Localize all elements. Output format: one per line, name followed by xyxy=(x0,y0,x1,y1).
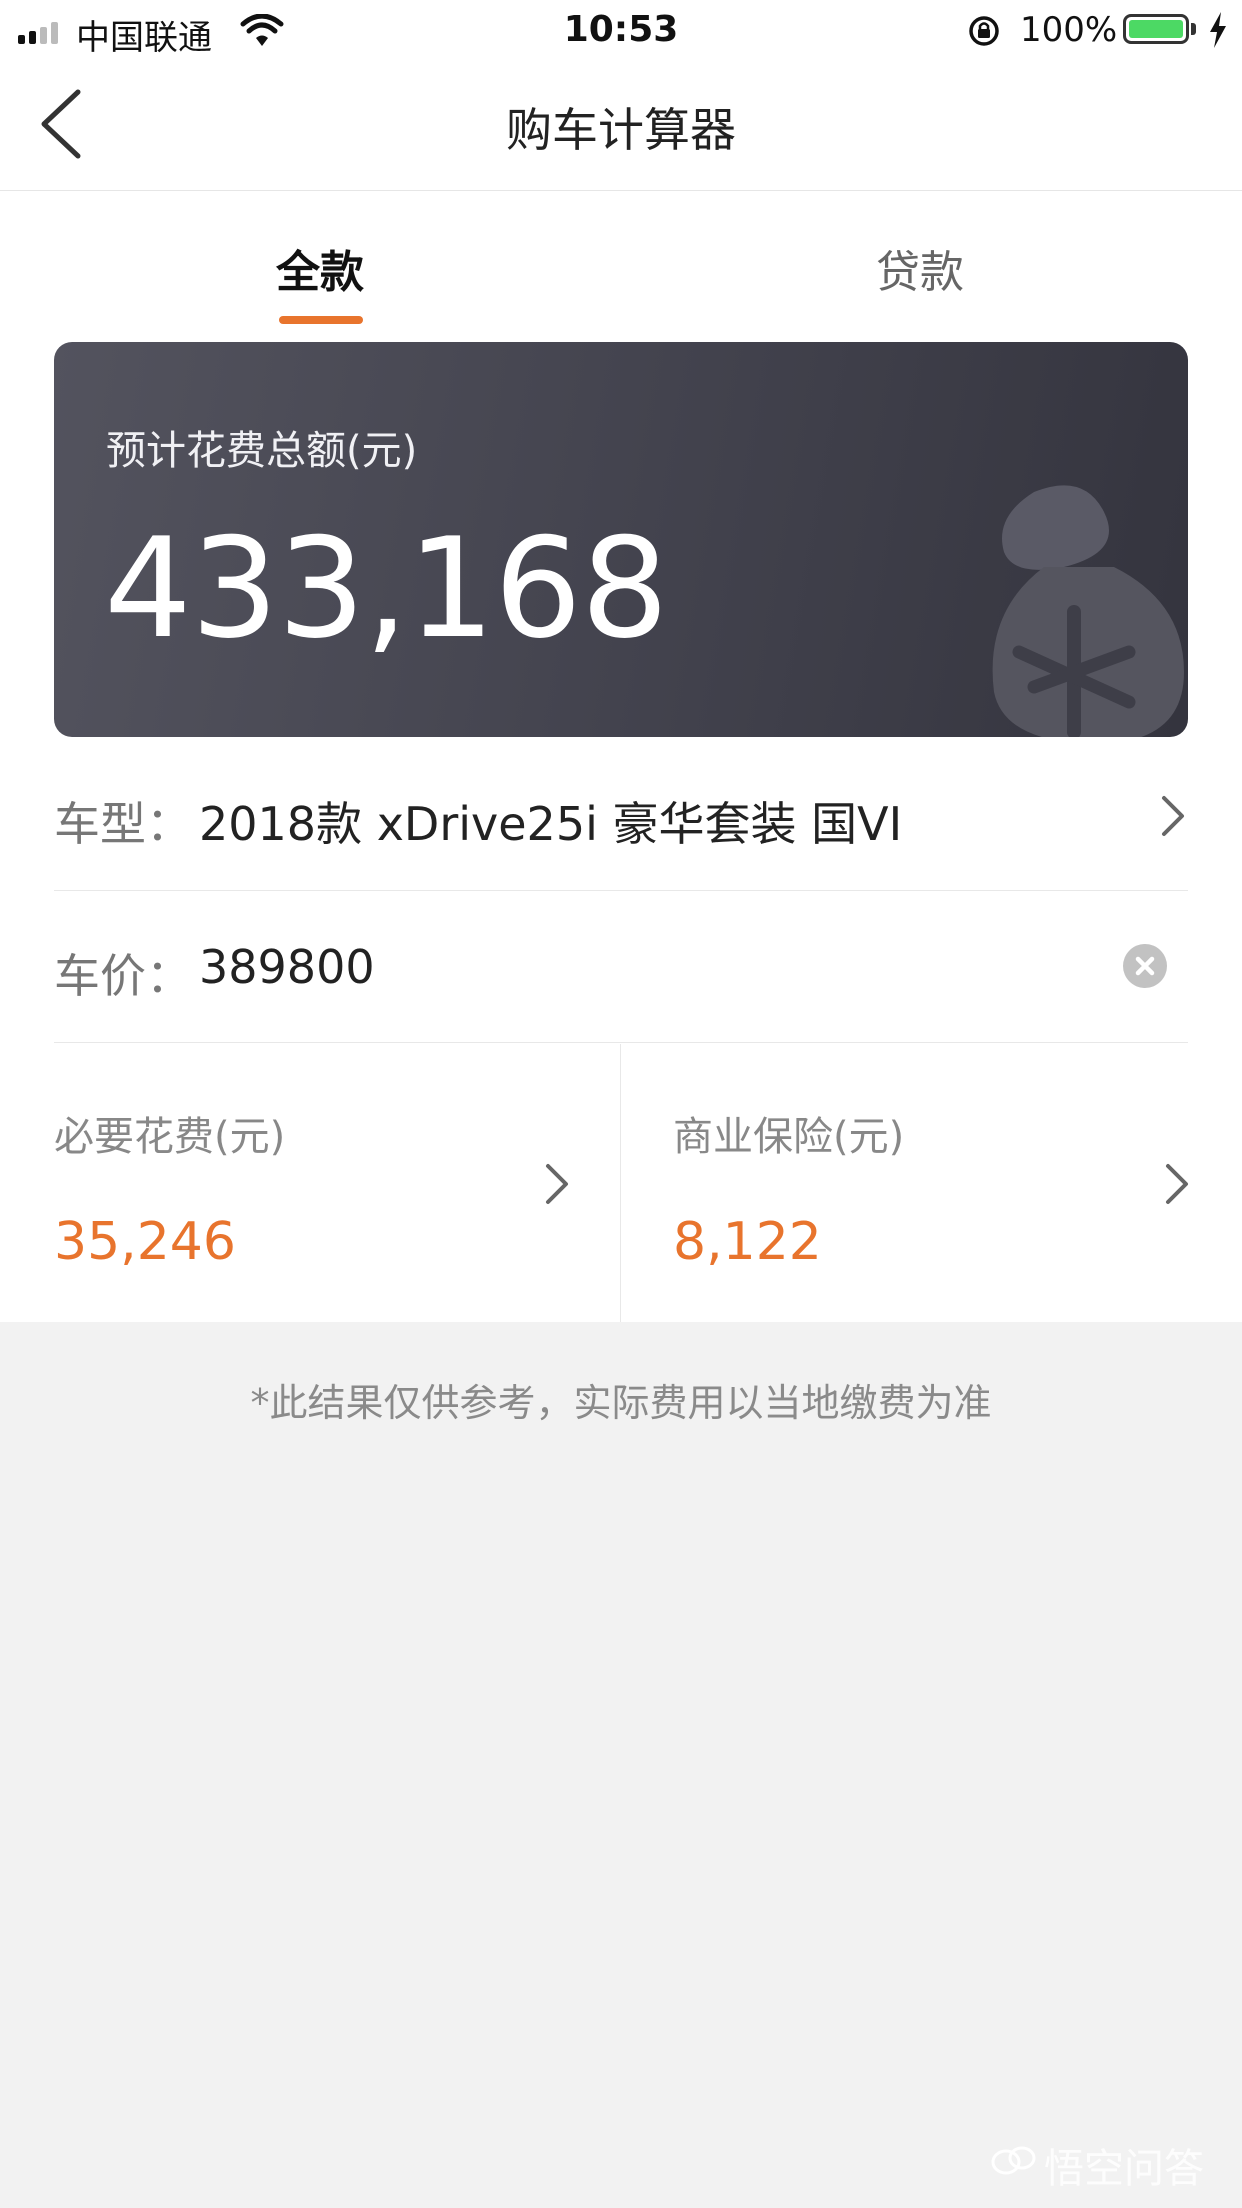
battery-nub xyxy=(1191,23,1196,35)
car-model-label: 车型： xyxy=(54,797,192,851)
charging-bolt-icon xyxy=(1210,12,1226,48)
page-title: 购车计算器 xyxy=(506,103,736,157)
total-cost-value: 433,168 xyxy=(104,508,669,669)
car-model-value: 2018款 xDrive25i 豪华套装 国VI xyxy=(199,797,903,851)
money-bag-icon xyxy=(992,485,1184,737)
active-tab-indicator xyxy=(279,316,363,324)
total-cost-card: 预计花费总额(元) 433,168 xyxy=(54,342,1188,737)
car-model-row[interactable]: 车型： 2018款 xDrive25i 豪华套装 国VI xyxy=(54,740,1188,891)
tab-loan[interactable]: 贷款 xyxy=(820,236,1020,300)
necessary-fees-label: 必要花费(元) xyxy=(54,1114,286,1160)
necessary-fees-cell[interactable]: 必要花费(元) 35,246 xyxy=(0,1044,621,1322)
chevron-right-icon xyxy=(1162,796,1184,836)
close-icon xyxy=(1135,956,1155,976)
commercial-insurance-value: 8,122 xyxy=(673,1212,822,1272)
car-price-row: 车价： 389800 xyxy=(54,892,1188,1043)
car-price-input[interactable]: 389800 xyxy=(199,940,375,994)
tab-full-payment[interactable]: 全款 xyxy=(220,236,420,300)
car-price-label: 车价： xyxy=(54,949,192,1003)
chevron-right-icon xyxy=(1166,1164,1188,1204)
rotation-lock-icon xyxy=(969,16,999,46)
watermark-text: 悟空问答 xyxy=(1044,2146,1204,2192)
commercial-insurance-cell[interactable]: 商业保险(元) 8,122 xyxy=(621,1044,1242,1322)
clear-input-button[interactable] xyxy=(1123,944,1167,988)
battery-percent: 100% xyxy=(1020,10,1118,50)
battery-icon xyxy=(1123,14,1189,44)
necessary-fees-value: 35,246 xyxy=(54,1212,236,1272)
watermark-logo-icon xyxy=(991,2146,1036,2175)
chevron-right-icon xyxy=(546,1164,568,1204)
disclaimer-note: *此结果仅供参考，实际费用以当地缴费为准 xyxy=(250,1381,992,1425)
navigation-bar: 购车计算器 xyxy=(0,62,1242,191)
status-bar: 中国联通 10:53 100% xyxy=(0,0,1242,62)
commercial-insurance-label: 商业保险(元) xyxy=(673,1114,905,1160)
total-cost-label: 预计花费总额(元) xyxy=(106,428,418,474)
